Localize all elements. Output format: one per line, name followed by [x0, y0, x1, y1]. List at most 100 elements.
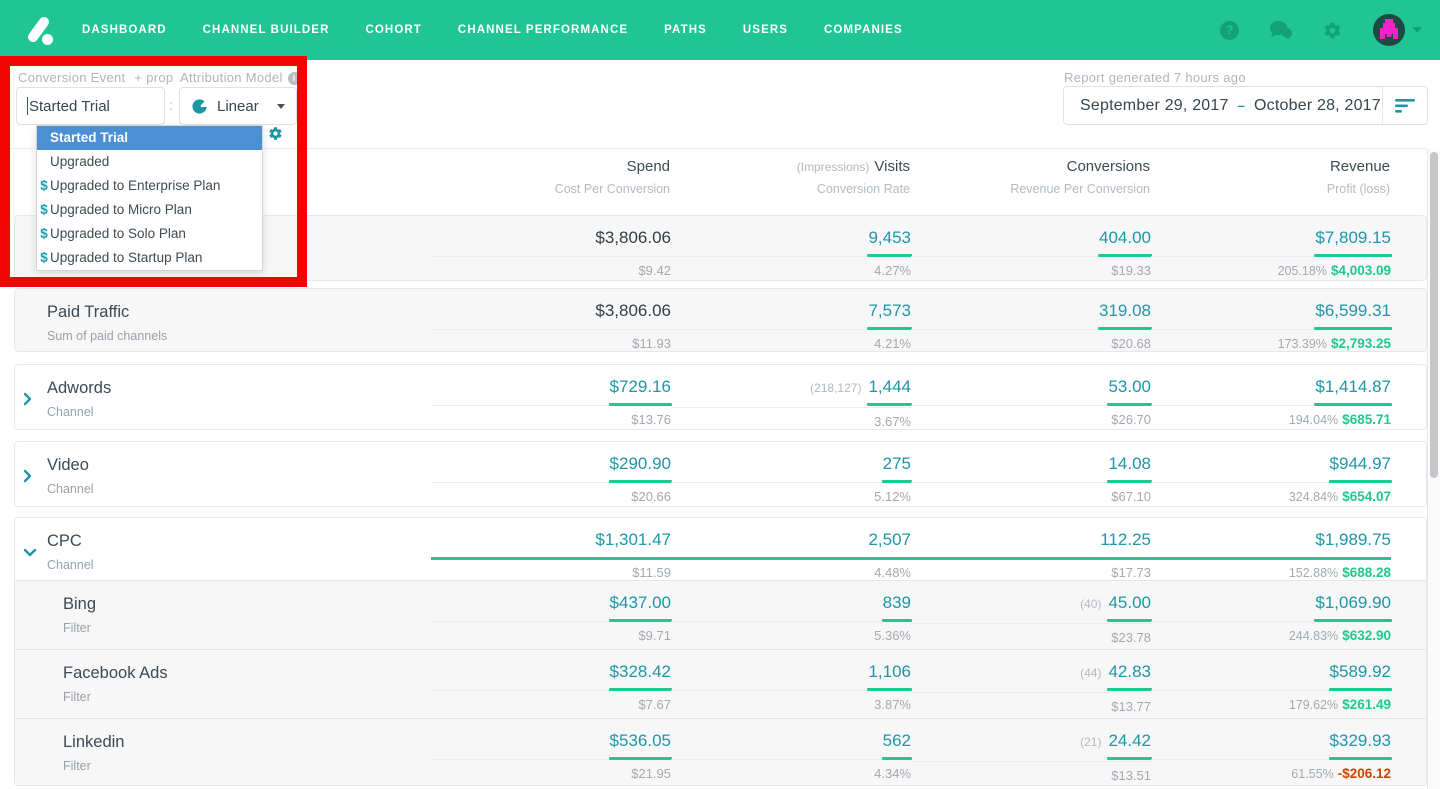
row-title[interactable]: Adwords [47, 378, 431, 398]
table-row-facebook-ads: Facebook Ads Filter $328.42 $7.67 1,106 … [15, 649, 1426, 718]
visits-value[interactable]: 562 [883, 731, 911, 750]
dropdown-option-upgraded-solo[interactable]: $ Upgraded to Solo Plan [37, 222, 262, 246]
chevron-down-icon[interactable] [23, 548, 37, 557]
conversions-value[interactable]: 24.42 [1108, 731, 1151, 750]
nav-item-channel-performance[interactable]: CHANNEL PERFORMANCE [458, 24, 628, 36]
header-conversion-rate-label: Conversion Rate [816, 182, 910, 196]
visits-value[interactable]: 7,573 [868, 301, 911, 320]
header-rpc-label: Revenue Per Conversion [1010, 182, 1150, 196]
row-title[interactable]: CPC [47, 531, 431, 551]
gear-icon[interactable] [1323, 21, 1342, 40]
spend-value[interactable]: $1,301.47 [595, 530, 671, 549]
visits-cell: 275 5.12% [671, 442, 911, 505]
spend-value[interactable]: $437.00 [610, 593, 671, 612]
visits-value[interactable]: 2,507 [868, 530, 911, 549]
profit-percent: 61.55% [1291, 767, 1334, 781]
nav-item-paths[interactable]: PATHS [664, 24, 707, 36]
revenue-value[interactable]: $1,989.75 [1315, 530, 1391, 549]
visits-cell: 1,106 3.87% [671, 650, 911, 718]
row-title[interactable]: Facebook Ads [63, 663, 431, 683]
visits-value[interactable]: 1,106 [868, 662, 911, 681]
conversions-value[interactable]: 42.83 [1108, 662, 1151, 681]
conversions-value[interactable]: 404.00 [1099, 228, 1151, 247]
spend-value[interactable]: $536.05 [610, 731, 671, 750]
visits-cell: (218,127) 1,444 3.67% [671, 365, 911, 430]
scrollbar-thumb[interactable] [1430, 152, 1438, 478]
conversion-rate: 5.36% [874, 628, 911, 643]
conversion-settings-gear-icon[interactable] [268, 126, 283, 141]
app-logo-icon[interactable] [22, 12, 56, 48]
header-spend[interactable]: Spend Cost Per Conversion [430, 158, 670, 196]
profit-value: $654.07 [1342, 489, 1391, 504]
dropdown-option-upgraded-micro[interactable]: $ Upgraded to Micro Plan [37, 198, 262, 222]
revenue-value[interactable]: $6,599.31 [1315, 301, 1391, 320]
conversions-value[interactable]: 319.08 [1099, 301, 1151, 320]
header-conversions-label: Conversions [1066, 158, 1150, 175]
dropdown-option-upgraded[interactable]: Upgraded [37, 150, 262, 174]
header-revenue[interactable]: Revenue Profit (loss) [1150, 158, 1390, 196]
visits-value[interactable]: 1,444 [868, 377, 911, 396]
visits-value[interactable]: 839 [883, 593, 911, 612]
table-row-linkedin: Linkedin Filter $536.05 $21.95 562 4.34%… [15, 718, 1426, 785]
date-range-picker[interactable]: September 29, 2017– October 28, 2017 [1063, 86, 1428, 125]
cost-per-conversion: $9.71 [638, 628, 671, 643]
row-left: Video Channel [15, 442, 431, 505]
avatar[interactable] [1372, 13, 1406, 47]
revenue-value[interactable]: $944.97 [1330, 454, 1391, 473]
conversions-value[interactable]: 53.00 [1108, 377, 1151, 396]
user-menu[interactable] [1372, 13, 1422, 47]
header-visits[interactable]: (Impressions) Visits Conversion Rate [670, 158, 910, 196]
row-title[interactable]: Video [47, 455, 431, 475]
conversions-value[interactable]: 45.00 [1108, 593, 1151, 612]
cost-per-conversion: $7.67 [638, 697, 671, 712]
dropdown-option-upgraded-startup[interactable]: $ Upgraded to Startup Plan [37, 246, 262, 270]
header-spend-label: Spend [626, 158, 670, 175]
spend-value: $3,806.06 [595, 301, 671, 320]
nav-item-channel-builder[interactable]: CHANNEL BUILDER [203, 24, 330, 36]
header-conversions[interactable]: Conversions Revenue Per Conversion [910, 158, 1150, 196]
visits-value[interactable]: 275 [883, 454, 911, 473]
dropdown-option-label: Upgraded to Micro Plan [50, 202, 192, 217]
revenue-value[interactable]: $329.93 [1330, 731, 1391, 750]
help-icon[interactable]: ? [1220, 20, 1239, 40]
chevron-right-icon[interactable] [23, 392, 32, 406]
conversions-value[interactable]: 14.08 [1108, 454, 1151, 473]
visits-cell: 2,507 4.48% [671, 518, 911, 581]
spend-value[interactable]: $290.90 [610, 454, 671, 473]
nav-item-companies[interactable]: COMPANIES [824, 24, 903, 36]
scrollbar-track[interactable] [1427, 149, 1440, 789]
conversion-event-input[interactable] [16, 87, 165, 125]
table-row-paid-traffic: Paid Traffic Sum of paid channels $3,806… [14, 288, 1427, 352]
revenue-value[interactable]: $1,069.90 [1315, 593, 1391, 612]
header-profit-label: Profit (loss) [1326, 182, 1390, 196]
dropdown-option-started-trial[interactable]: Started Trial [37, 126, 262, 150]
info-icon[interactable]: i [287, 72, 301, 85]
row-title[interactable]: Linkedin [63, 732, 431, 752]
attribution-model-dropdown[interactable]: Linear [179, 87, 297, 125]
revenue-value[interactable]: $7,809.15 [1315, 228, 1391, 247]
add-prop-link[interactable]: + prop [134, 70, 173, 85]
dropdown-option-upgraded-enterprise[interactable]: $ Upgraded to Enterprise Plan [37, 174, 262, 198]
row-left: Bing Filter [15, 581, 431, 649]
spend-value[interactable]: $328.42 [610, 662, 671, 681]
chat-icon[interactable] [1269, 20, 1293, 40]
nav-item-users[interactable]: USERS [743, 24, 788, 36]
nav-item-dashboard[interactable]: DASHBOARD [82, 24, 167, 36]
conversions-value[interactable]: 112.25 [1100, 530, 1151, 549]
spend-cell: $328.42 $7.67 [431, 650, 671, 718]
conversions-cell: 319.08 $20.68 [911, 289, 1151, 352]
revenue-cell: $944.97 324.84% $654.07 [1151, 442, 1391, 505]
visits-value[interactable]: 9,453 [868, 228, 911, 247]
chevron-right-icon[interactable] [23, 469, 32, 483]
revenue-cell: $1,414.87 194.04% $685.71 [1151, 365, 1391, 430]
revenue-value[interactable]: $589.92 [1330, 662, 1391, 681]
nav-right-icons: ? [1220, 13, 1422, 47]
row-title[interactable]: Bing [63, 594, 431, 614]
spend-value[interactable]: $729.16 [610, 377, 671, 396]
nav-item-cohort[interactable]: COHORT [365, 24, 421, 36]
revenue-value[interactable]: $1,414.87 [1315, 377, 1391, 396]
attribution-model-value: Linear [217, 97, 259, 115]
date-filter-button[interactable] [1383, 98, 1427, 113]
attribution-model-label: Attribution Model i [180, 70, 301, 85]
profit-percent: 205.18% [1277, 264, 1327, 278]
